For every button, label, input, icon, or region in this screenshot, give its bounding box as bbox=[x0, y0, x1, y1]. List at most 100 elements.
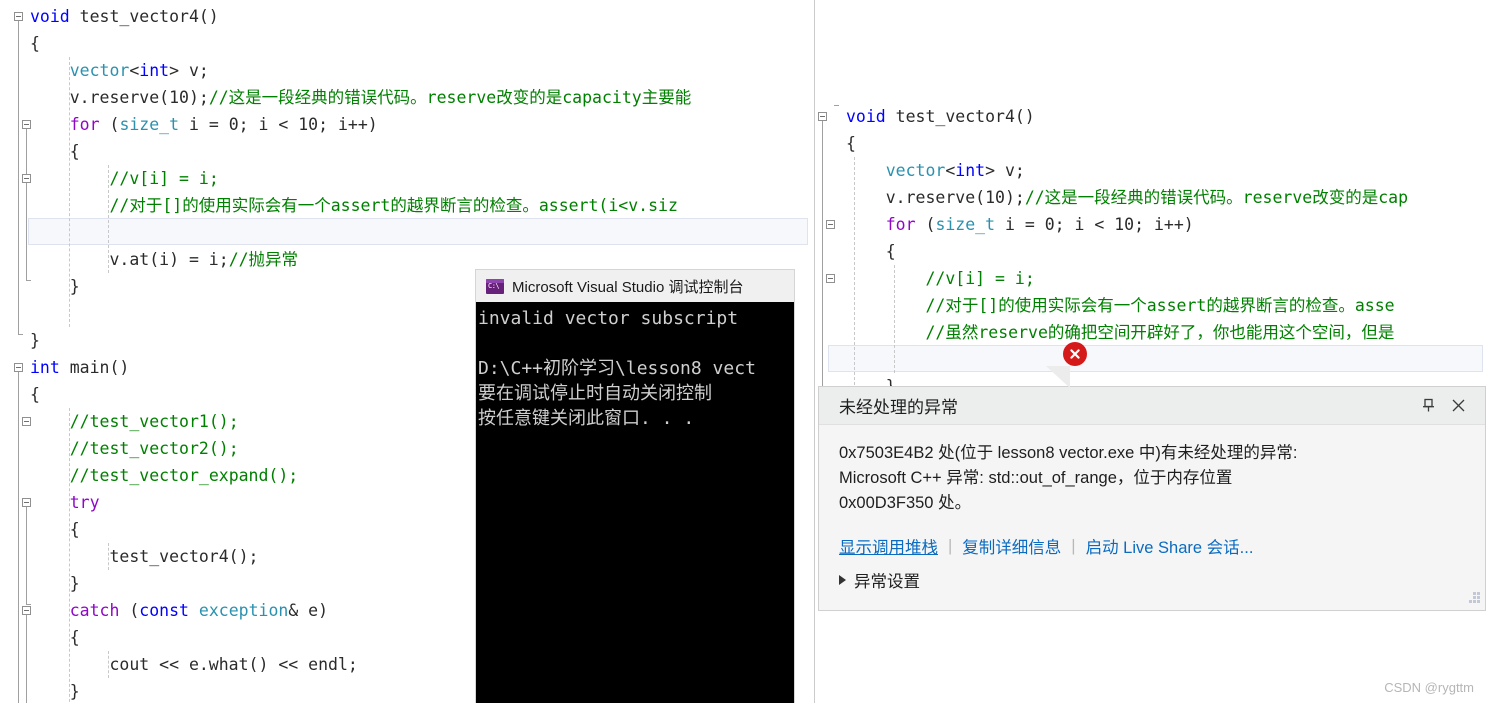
indent-guide bbox=[69, 57, 70, 327]
code-token: try bbox=[69, 493, 100, 512]
code-token: int bbox=[139, 61, 170, 80]
code-line[interactable]: for (size_t i = 0; i < 10; i++) bbox=[846, 211, 1408, 238]
collapse-box-icon[interactable] bbox=[818, 112, 827, 121]
resize-grip[interactable] bbox=[1467, 592, 1481, 606]
code-token: { bbox=[30, 34, 40, 53]
grip-dot bbox=[1477, 592, 1480, 595]
code-token: //对于[]的使用实际会有一个assert的越界断言的检查。asse bbox=[925, 296, 1395, 315]
indent-guide bbox=[69, 408, 70, 703]
code-token: void bbox=[846, 107, 896, 126]
code-line[interactable]: { bbox=[30, 138, 691, 165]
code-line[interactable]: v.reserve(10);//这是一段经典的错误代码。reserve改变的是c… bbox=[846, 184, 1408, 211]
grip-dot bbox=[1473, 592, 1476, 595]
code-token: vector bbox=[69, 61, 130, 80]
left-editor-outlining-margin[interactable] bbox=[0, 0, 31, 703]
code-token: test_vector4() bbox=[79, 7, 219, 26]
dialog-title: 未经处理的异常 bbox=[839, 398, 958, 417]
code-token: //v[i] = i; bbox=[109, 169, 219, 188]
code-token: } bbox=[30, 574, 80, 593]
code-token: test_vector4(); bbox=[30, 547, 259, 566]
code-line[interactable]: //v[i] = i; bbox=[846, 265, 1408, 292]
code-token: > v; bbox=[985, 161, 1025, 180]
code-line[interactable]: vector<int> v; bbox=[846, 157, 1408, 184]
collapse-box-icon[interactable] bbox=[826, 274, 835, 283]
current-line-highlight bbox=[828, 345, 1483, 372]
console-line: 按任意键关闭此窗口. . . bbox=[478, 408, 695, 429]
code-token: const bbox=[139, 601, 189, 620]
code-token: v.reserve(10); bbox=[30, 88, 209, 107]
code-line[interactable]: { bbox=[30, 30, 691, 57]
code-line[interactable]: { bbox=[846, 238, 1408, 265]
code-token: test_vector4() bbox=[895, 107, 1035, 126]
unhandled-exception-dialog[interactable]: 未经处理的异常 0x7503E4B2 处(位于 lesson8 vector.e… bbox=[818, 386, 1486, 611]
collapse-box-icon[interactable] bbox=[14, 12, 23, 21]
code-token: i = 0; i < 10; i++) bbox=[995, 215, 1194, 234]
code-token: vector bbox=[885, 161, 946, 180]
indent-guide bbox=[108, 165, 109, 273]
code-line[interactable]: vector<int> v; bbox=[30, 57, 691, 84]
code-token: < bbox=[945, 161, 956, 180]
code-line[interactable]: //虽然reserve的确把空间开辟好了，你也能用这个空间，但是 bbox=[846, 319, 1408, 346]
current-line-highlight bbox=[28, 218, 808, 245]
code-token: void bbox=[30, 7, 80, 26]
code-token: exception bbox=[198, 601, 289, 620]
outlining-end-marker bbox=[18, 334, 23, 336]
code-token: //这是一段经典的错误代码。reserve改变的是capacity主要能 bbox=[208, 88, 692, 107]
code-token: main() bbox=[69, 358, 130, 377]
console-output[interactable]: invalid vector subscript D:\C++初阶学习\less… bbox=[476, 302, 794, 703]
exception-message: 0x7503E4B2 处(位于 lesson8 vector.exe 中)有未经… bbox=[839, 444, 1298, 512]
exception-callout-tail bbox=[1046, 366, 1070, 388]
code-token: ( bbox=[99, 115, 120, 134]
indent-guide bbox=[854, 157, 855, 400]
outlining-end-marker bbox=[834, 104, 839, 106]
code-line[interactable]: void test_vector4() bbox=[846, 103, 1408, 130]
pin-icon[interactable] bbox=[1413, 391, 1443, 421]
exception-settings-expander[interactable]: 异常设置 bbox=[839, 568, 1465, 592]
collapse-box-icon[interactable] bbox=[826, 220, 835, 229]
code-token: int bbox=[955, 161, 986, 180]
code-line[interactable]: v.at(i) = i;//抛异常 bbox=[30, 246, 691, 273]
outlining-line bbox=[26, 129, 27, 281]
code-token: int bbox=[30, 358, 70, 377]
close-icon[interactable] bbox=[1443, 391, 1473, 421]
indent-guide bbox=[108, 543, 109, 570]
outlining-line bbox=[26, 615, 27, 703]
outlining-line bbox=[26, 507, 27, 605]
code-token: { bbox=[30, 628, 80, 647]
code-line[interactable]: //对于[]的使用实际会有一个assert的越界断言的检查。assert(i<v… bbox=[30, 192, 691, 219]
code-line[interactable]: //对于[]的使用实际会有一个assert的越界断言的检查。asse bbox=[846, 292, 1408, 319]
dialog-action-links[interactable]: 显示调用堆栈 | 复制详细信息 | 启动 Live Share 会话... bbox=[839, 534, 1465, 558]
code-line[interactable]: void test_vector4() bbox=[30, 3, 691, 30]
code-line[interactable]: v.reserve(10);//这是一段经典的错误代码。reserve改变的是c… bbox=[30, 84, 691, 111]
error-circle-icon[interactable] bbox=[1063, 342, 1087, 366]
code-line[interactable]: for (size_t i = 0; i < 10; i++) bbox=[30, 111, 691, 138]
code-token: size_t bbox=[935, 215, 996, 234]
console-titlebar[interactable]: Microsoft Visual Studio 调试控制台 bbox=[476, 270, 794, 302]
code-token: catch bbox=[69, 601, 120, 620]
code-token: //test_vector1(); bbox=[69, 412, 239, 431]
grip-dot bbox=[1473, 596, 1476, 599]
start-live-share-link[interactable]: 启动 Live Share 会话... bbox=[1086, 534, 1254, 558]
code-token: i = 0; i < 10; i++) bbox=[179, 115, 378, 134]
code-line[interactable]: { bbox=[846, 130, 1408, 157]
debug-console-window[interactable]: Microsoft Visual Studio 调试控制台 invalid ve… bbox=[476, 270, 794, 703]
show-call-stack-link[interactable]: 显示调用堆栈 bbox=[839, 534, 938, 558]
code-line[interactable]: //v[i] = i; bbox=[30, 165, 691, 192]
code-token: for bbox=[885, 215, 916, 234]
dialog-body: 0x7503E4B2 处(位于 lesson8 vector.exe 中)有未经… bbox=[819, 425, 1485, 592]
code-token: //v[i] = i; bbox=[925, 269, 1035, 288]
indent-guide bbox=[894, 265, 895, 373]
copy-details-link[interactable]: 复制详细信息 bbox=[962, 534, 1061, 558]
collapse-box-icon[interactable] bbox=[14, 363, 23, 372]
grip-dot bbox=[1477, 600, 1480, 603]
code-token: ( bbox=[915, 215, 936, 234]
outlining-line bbox=[18, 372, 19, 703]
code-token: size_t bbox=[119, 115, 180, 134]
console-line: 要在调试停止时自动关闭控制 bbox=[478, 383, 712, 404]
